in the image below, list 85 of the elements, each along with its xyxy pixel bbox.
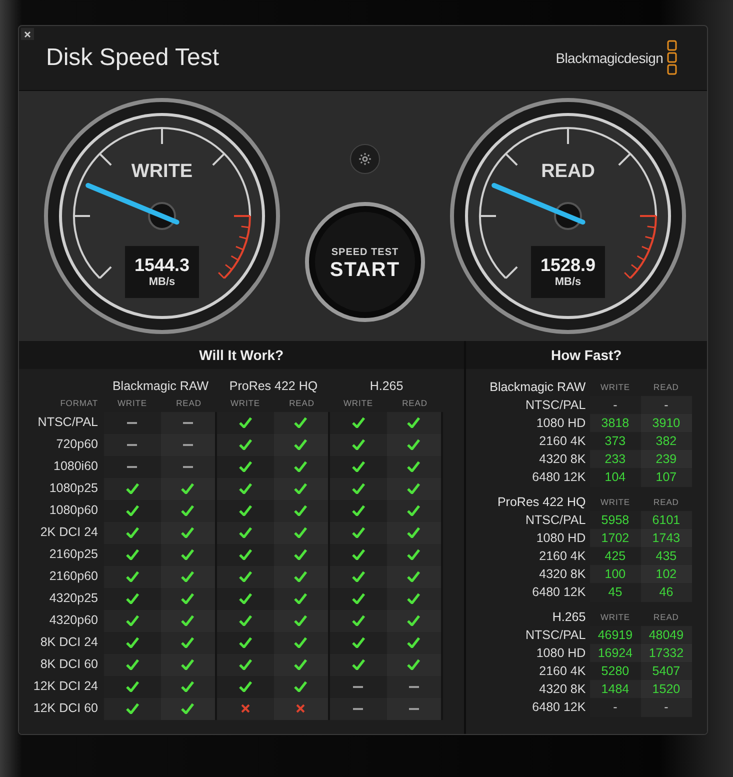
column-heading: WRITE [230, 397, 260, 410]
format-label: 2160p25 [49, 546, 98, 564]
column-heading: READ [654, 611, 679, 624]
column-heading: WRITE [600, 381, 630, 394]
format-label: 1080i60 [54, 458, 98, 476]
format-label: 12K DCI 60 [33, 700, 98, 718]
format-label: 720p60 [56, 436, 98, 454]
speed-cell: 233 [590, 450, 641, 469]
format-label: 6480 12K [532, 584, 586, 601]
column-heading: FORMAT [60, 397, 98, 410]
gauge-label: WRITE [131, 160, 193, 184]
speed-unit: MB/s [148, 276, 176, 290]
format-label: 2160 4K [539, 663, 586, 680]
speed-cell: 3910 [640, 414, 692, 433]
speed-cell: 16924 [590, 644, 641, 663]
format-label: 6480 12K [532, 469, 586, 486]
speed-cell: 46 [640, 583, 692, 602]
speed-cell: 382 [640, 432, 692, 451]
speed-value: 1528.9 [540, 254, 596, 276]
format-label: 2160p60 [49, 568, 98, 586]
section-title: How Fast? [550, 346, 622, 364]
speed-cell: 107 [640, 468, 692, 487]
format-label: 2K DCI 24 [40, 524, 98, 542]
format-label: 4320p25 [49, 590, 98, 608]
format-label: NTSC/PAL [38, 414, 98, 432]
speed-cell: 100 [590, 565, 641, 584]
speed-cell: 1702 [590, 529, 641, 548]
format-label: 4320 8K [539, 681, 586, 698]
speed-cell: 17332 [640, 644, 692, 663]
speed-cell: - [640, 698, 692, 717]
column-heading: READ [654, 381, 679, 394]
settings-button[interactable] [350, 144, 380, 174]
format-label: NTSC/PAL [526, 397, 586, 414]
settings-icon [358, 152, 372, 166]
gauge-label: READ [541, 160, 595, 184]
column-heading: READ [289, 397, 314, 410]
codec-heading: Blackmagic RAW [490, 379, 586, 396]
section-title: Will It Work? [199, 346, 284, 364]
speed-cell: 239 [640, 450, 692, 469]
format-label: NTSC/PAL [526, 627, 586, 644]
speed-unit: MB/s [554, 276, 582, 290]
speed-value: 1544.3 [134, 254, 190, 276]
format-label: 4320 8K [539, 566, 586, 583]
column-heading: WRITE [600, 496, 630, 509]
window-title: Disk Speed Test [46, 43, 219, 73]
format-label: 1080 HD [536, 415, 586, 432]
column-heading: WRITE [117, 397, 147, 410]
close-icon [24, 30, 31, 38]
codec-heading: H.265 [370, 378, 404, 395]
format-label: 4320p60 [49, 612, 98, 630]
format-label: 8K DCI 60 [40, 656, 98, 674]
format-label: 12K DCI 24 [33, 678, 98, 696]
codec-heading: ProRes 422 HQ [497, 494, 586, 511]
speed-cell: 6101 [640, 511, 692, 530]
speed-cell: 1520 [640, 680, 692, 699]
speed-cell: 48049 [640, 626, 692, 645]
speed-cell: 1743 [640, 529, 692, 548]
format-label: 1080p60 [49, 502, 98, 520]
format-label: 8K DCI 24 [40, 634, 98, 652]
format-label: 2160 4K [539, 548, 586, 565]
speed-cell: 435 [640, 547, 692, 566]
speed-cell: - [640, 396, 692, 415]
speed-cell: 102 [640, 565, 692, 584]
speed-cell: 1484 [590, 680, 641, 699]
speed-cell: 5407 [640, 662, 692, 681]
codec-heading: H.265 [552, 609, 586, 626]
format-label: NTSC/PAL [526, 512, 586, 529]
codec-heading: Blackmagic RAW [112, 378, 209, 395]
brand-name: Blackmagicdesign [556, 48, 663, 68]
speed-cell: 3818 [590, 414, 641, 433]
format-label: 1080 HD [536, 645, 586, 662]
format-label: 6480 12K [532, 699, 586, 716]
close-button[interactable] [21, 28, 34, 40]
format-label: 1080 HD [536, 530, 586, 547]
start-button[interactable]: SPEED TEST START [305, 202, 425, 322]
format-label: 1080p25 [49, 480, 98, 498]
column-heading: WRITE [600, 611, 630, 624]
column-heading: WRITE [343, 397, 373, 410]
logo-icon [667, 40, 677, 76]
column-heading: READ [402, 397, 428, 410]
column-heading: READ [654, 496, 679, 509]
codec-heading: ProRes 422 HQ [229, 378, 318, 395]
column-heading: READ [176, 397, 202, 410]
format-label: 4320 8K [539, 451, 586, 468]
format-label: 2160 4K [539, 433, 586, 450]
